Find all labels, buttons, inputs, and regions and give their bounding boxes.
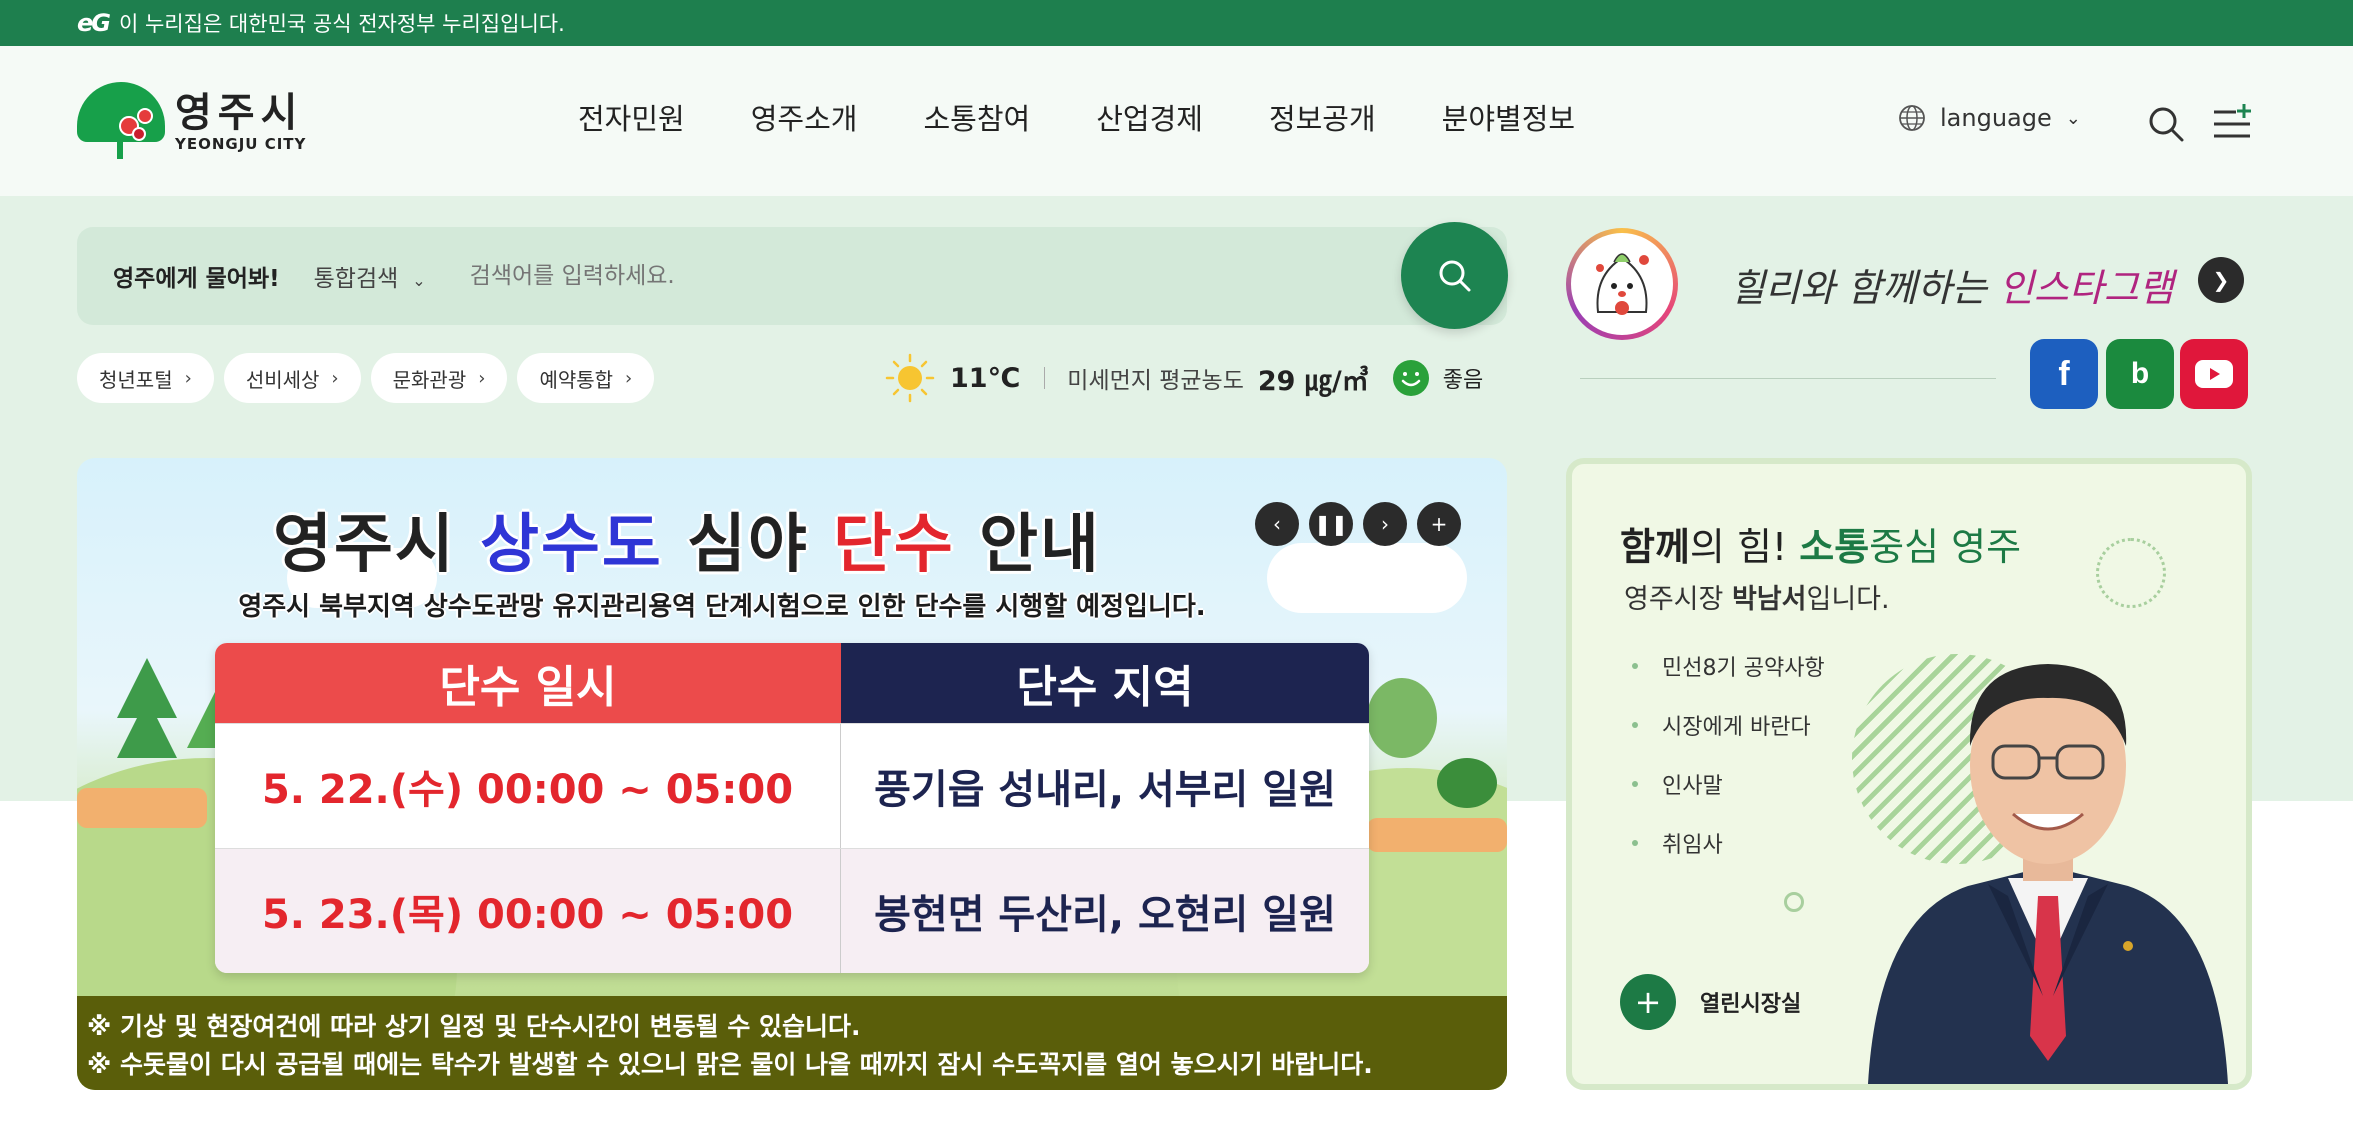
egov-logo: eG — [77, 9, 111, 37]
chevron-left-icon: ‹ — [1273, 512, 1281, 536]
outage-table: 단수 일시 단수 지역 5. 22.(수) 00:00 ~ 05:00 풍기읍 … — [215, 643, 1369, 973]
mayor-photo — [1868, 664, 2228, 1084]
divider — [1580, 378, 1996, 379]
nav-item-participation[interactable]: 소통참여 — [923, 96, 1030, 138]
chevron-right-icon: › — [478, 367, 486, 389]
mayor-link-inaugural[interactable]: 취임사 — [1632, 827, 1825, 859]
banner-next-button[interactable]: › — [1363, 502, 1407, 546]
quick-links: 청년포털 › 선비세상 › 문화관광 › 예약통합 › — [77, 353, 664, 403]
chevron-down-icon: ⌄ — [412, 271, 426, 290]
gov-banner: eG 이 누리집은 대한민국 공식 전자정부 누리집입니다. — [0, 0, 2353, 46]
quick-link-label: 문화관광 — [392, 367, 467, 392]
language-selector[interactable]: language ⌄ — [1898, 104, 2081, 132]
mayor-card: 함께의 힘! 소통중심 영주 영주시장 박남서입니다. 민선8기 공약사항 시장… — [1566, 458, 2252, 1090]
dust-label: 미세먼지 평균농도 — [1067, 368, 1244, 394]
dust-status: 좋음 — [1442, 368, 1484, 393]
chevron-right-icon: › — [331, 367, 339, 389]
banner-note: ※ 기상 및 현장여건에 따라 상기 일정 및 단수시간이 변동될 수 있습니다… — [87, 1012, 861, 1041]
mayor-link-pledges[interactable]: 민선8기 공약사항 — [1632, 650, 1825, 682]
nav-item-fields[interactable]: 분야별정보 — [1442, 96, 1575, 138]
quick-link-youth[interactable]: 청년포털 › — [77, 353, 214, 403]
outage-date: 5. 23.(목) 00:00 ~ 05:00 — [215, 849, 841, 973]
banner-pause-button[interactable]: ❚❚ — [1309, 502, 1353, 546]
logo-english: YEONGJU CITY — [175, 134, 307, 153]
plus-icon: + — [1430, 512, 1448, 536]
banner-more-button[interactable]: + — [1417, 502, 1461, 546]
mayor-link-petition[interactable]: 시장에게 바란다 — [1632, 709, 1825, 741]
outage-date: 5. 22.(수) 00:00 ~ 05:00 — [215, 724, 841, 848]
plus-icon: + — [1620, 974, 1676, 1030]
main-banner[interactable]: 영주시 상수도 심야 단수 안내 영주시 북부지역 상수도관망 유지관리용역 단… — [77, 458, 1507, 1090]
pause-icon: ❚❚ — [1314, 512, 1348, 536]
open-mayor-office-label: 열린시장실 — [1700, 992, 1802, 1017]
mascot-avatar — [1566, 228, 1678, 340]
smile-icon — [1392, 360, 1429, 396]
nav-item-about[interactable]: 영주소개 — [751, 96, 858, 138]
quick-link-label: 청년포털 — [99, 367, 173, 392]
search-button[interactable] — [1401, 222, 1508, 329]
quick-link-tourism[interactable]: 문화관광 › — [370, 353, 508, 403]
blog-button[interactable]: b — [2106, 339, 2174, 409]
outage-area-header: 단수 지역 — [841, 643, 1369, 723]
table-row: 5. 22.(수) 00:00 ~ 05:00 풍기읍 성내리, 서부리 일원 — [215, 723, 1369, 848]
mascot-icon — [1596, 253, 1649, 315]
quick-link-label: 예약통합 — [539, 367, 614, 392]
chevron-right-icon: › — [1381, 512, 1389, 536]
youtube-button[interactable] — [2180, 339, 2248, 409]
outage-area: 풍기읍 성내리, 서부리 일원 — [874, 767, 1336, 813]
search-scope-select[interactable]: 통합검색 ⌄ — [314, 259, 426, 293]
chevron-right-icon: › — [184, 367, 192, 389]
logo-korean: 영주시 — [175, 89, 304, 136]
gov-banner-text: 이 누리집은 대한민국 공식 전자정부 누리집입니다. — [118, 12, 565, 36]
chevron-down-icon: ⌄ — [2065, 107, 2081, 129]
search-scope-label: 통합검색 — [313, 266, 399, 292]
nav-item-civil-service[interactable]: 전자민원 — [578, 96, 685, 138]
mayor-card-title: 함께의 힘! 소통중심 영주 — [1620, 525, 2022, 569]
city-emblem — [77, 82, 167, 162]
search-input[interactable] — [469, 263, 1170, 289]
mayor-link-greeting[interactable]: 인사말 — [1632, 768, 1825, 800]
outage-area: 봉현면 두산리, 오현리 일원 — [874, 892, 1336, 938]
menu-icon[interactable] — [2212, 102, 2252, 142]
nav-item-economy[interactable]: 산업경제 — [1096, 96, 1203, 138]
banner-note: ※ 수돗물이 다시 공급될 때에는 탁수가 발생할 수 있으니 맑은 물이 나올… — [87, 1050, 1373, 1079]
banner-subtitle: 영주시 북부지역 상수도관망 유지관리용역 단계시험으로 인한 단수를 시행할 … — [238, 592, 1206, 622]
open-mayor-office-link[interactable]: + 열린시장실 — [1620, 974, 1801, 1030]
facebook-button[interactable]: f — [2030, 339, 2098, 409]
search-icon[interactable] — [2146, 104, 2186, 144]
sun-icon — [885, 353, 935, 403]
search-icon — [1439, 260, 1470, 291]
mayor-links: 민선8기 공약사항 시장에게 바란다 인사말 취임사 — [1632, 650, 1825, 886]
outage-date-header: 단수 일시 — [215, 643, 841, 723]
quick-link-label: 선비세상 — [245, 367, 320, 392]
chevron-right-icon: ❯ — [2212, 268, 2230, 292]
quick-link-seonbi[interactable]: 선비세상 › — [223, 353, 361, 403]
banner-prev-button[interactable]: ‹ — [1255, 502, 1299, 546]
site-logo[interactable]: 영주시 YEONGJU CITY — [77, 82, 317, 162]
search-ask-label: 영주에게 물어봐! — [113, 266, 280, 292]
temperature: 11℃ — [950, 362, 1021, 394]
quick-link-reservation[interactable]: 예약통합 › — [517, 353, 655, 403]
language-label: language — [1940, 104, 2052, 132]
chevron-right-icon: › — [625, 367, 633, 389]
youtube-icon — [2195, 360, 2233, 388]
blog-icon: b — [2130, 357, 2150, 390]
weather-widget: 11℃ 미세먼지 평균농도 29 ㎍/㎥ 좋음 — [884, 348, 1483, 408]
facebook-icon: f — [2058, 354, 2070, 393]
globe-icon — [1899, 105, 1925, 131]
mayor-intro: 영주시장 박남서입니다. — [1624, 584, 1890, 615]
banner-notes: ※ 기상 및 현장여건에 따라 상기 일정 및 단수시간이 변동될 수 있습니다… — [77, 996, 1507, 1090]
nav-item-information[interactable]: 정보공개 — [1269, 96, 1376, 138]
main-nav: 전자민원 영주소개 소통참여 산업경제 정보공개 분야별정보 — [578, 96, 1575, 138]
instagram-slogan: 힐리와 함께하는 인스타그램 — [1730, 265, 2174, 310]
instagram-promo[interactable]: 힐리와 함께하는 인스타그램 — [1566, 226, 2251, 342]
instagram-next-button[interactable]: ❯ — [2198, 257, 2244, 303]
site-header: 영주시 YEONGJU CITY 전자민원 영주소개 소통참여 산업경제 정보공… — [0, 46, 2353, 196]
dust-value: 29 ㎍/㎥ — [1257, 365, 1369, 397]
banner-title: 영주시 상수도 심야 단수 안내 — [272, 507, 1101, 583]
search-bar: 영주에게 물어봐! 통합검색 ⌄ — [77, 227, 1507, 325]
table-row: 5. 23.(목) 00:00 ~ 05:00 봉현면 두산리, 오현리 일원 — [215, 848, 1369, 973]
